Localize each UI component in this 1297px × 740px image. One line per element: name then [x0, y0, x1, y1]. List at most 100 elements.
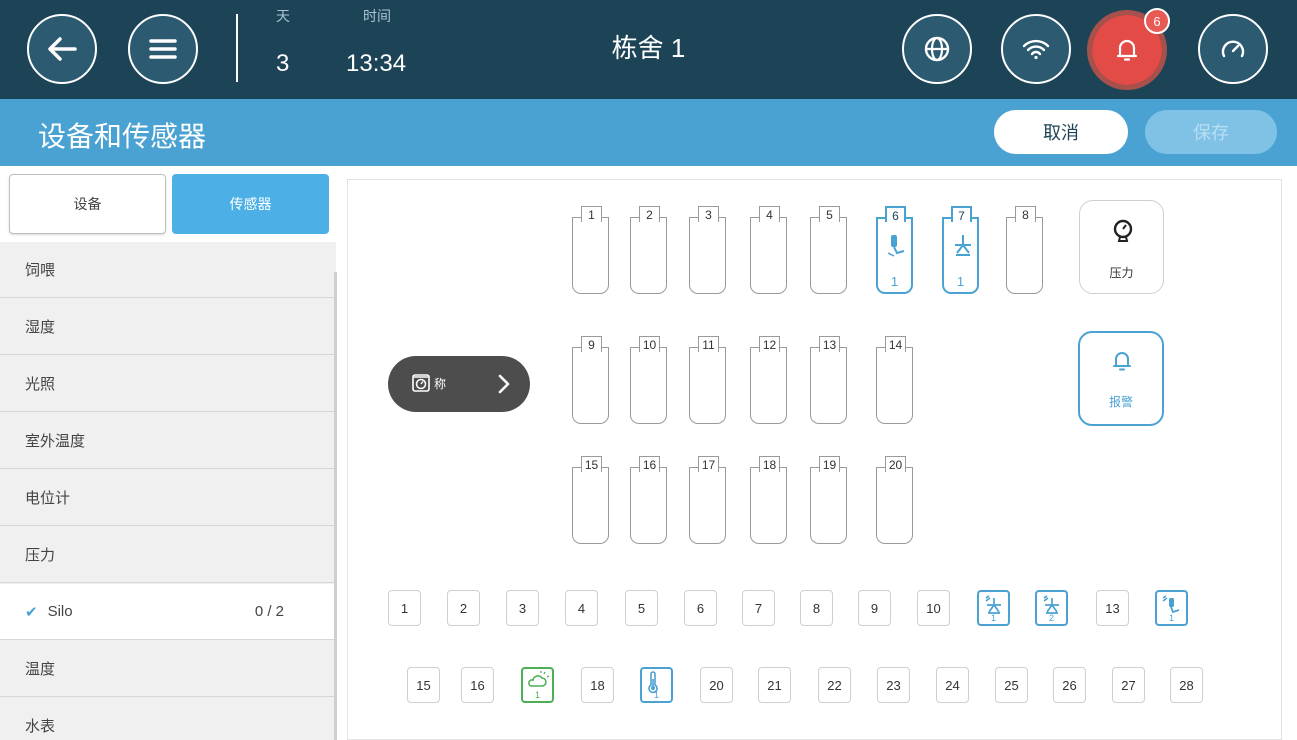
digital-input-box[interactable]: 8	[800, 590, 833, 626]
silo-slot[interactable]: 1	[572, 206, 609, 294]
silo-number: 20	[885, 456, 906, 472]
digital-input-number: 20	[709, 677, 724, 693]
tab-sensors[interactable]: 传感器	[172, 174, 329, 234]
digital-input-box[interactable]: 2	[1035, 590, 1068, 626]
digital-input-number: 8	[812, 600, 821, 616]
digital-input-index: 1	[653, 690, 659, 700]
dashboard-button[interactable]	[1198, 14, 1268, 84]
silo-number: 12	[759, 336, 780, 352]
sidebar-item-outside-temp[interactable]: 室外温度	[0, 413, 336, 469]
silo-slot[interactable]: 2	[630, 206, 667, 294]
digital-input-box[interactable]: 13	[1096, 590, 1129, 626]
back-button[interactable]	[27, 14, 97, 84]
digital-input-box[interactable]: 24	[936, 667, 969, 703]
digital-input-box[interactable]: 21	[758, 667, 791, 703]
digital-input-index: 1	[990, 613, 996, 623]
silo-slot[interactable]: 9	[572, 336, 609, 424]
silo-slot[interactable]: 61	[876, 206, 913, 294]
silo-number: 13	[819, 336, 840, 352]
digital-input-box[interactable]: 2	[447, 590, 480, 626]
silo-number: 15	[581, 456, 602, 472]
sidebar-item-water-meter[interactable]: 水表	[0, 698, 336, 740]
sidebar-item-potentiometer[interactable]: 电位计	[0, 470, 336, 526]
silo-number: 4	[759, 206, 780, 222]
silo-number: 3	[698, 206, 719, 222]
digital-input-box[interactable]: 20	[700, 667, 733, 703]
digital-input-box[interactable]: 26	[1053, 667, 1086, 703]
digital-input-box[interactable]: 22	[818, 667, 851, 703]
digital-input-number: 21	[767, 677, 782, 693]
silo-slot[interactable]: 71	[942, 206, 979, 294]
scale-button[interactable]: 称	[388, 356, 530, 412]
silo-slot[interactable]: 17	[689, 456, 726, 544]
cancel-button[interactable]: 取消	[994, 110, 1128, 154]
digital-input-box[interactable]: 10	[917, 590, 950, 626]
digital-input-box[interactable]: 7	[742, 590, 775, 626]
digital-input-box[interactable]: 1	[388, 590, 421, 626]
network-button[interactable]	[1001, 14, 1071, 84]
sprinkler-icon	[952, 233, 974, 268]
sidebar-item-light[interactable]: 光照	[0, 356, 336, 412]
silo-sensor-index: 1	[956, 274, 965, 289]
digital-input-box[interactable]: 25	[995, 667, 1028, 703]
tab-devices[interactable]: 设备	[9, 174, 166, 234]
day-label: 天	[276, 8, 290, 24]
digital-input-box[interactable]: 23	[877, 667, 910, 703]
alarm-card[interactable]: 报警	[1078, 331, 1164, 426]
digital-input-box[interactable]: 18	[581, 667, 614, 703]
save-button[interactable]: 保存	[1145, 110, 1277, 154]
silo-number: 7	[951, 206, 972, 223]
silo-slot[interactable]: 15	[572, 456, 609, 544]
digital-input-box[interactable]: 9	[858, 590, 891, 626]
silo-slot[interactable]: 11	[689, 336, 726, 424]
silo-slot[interactable]: 10	[630, 336, 667, 424]
divider	[236, 14, 238, 82]
silo-slot[interactable]: 13	[810, 336, 847, 424]
scale-label: 称	[434, 377, 447, 391]
sidebar: 设备 传感器 饲喂 湿度 光照 室外温度 电位计 压力 ✔ Silo 0 / 2…	[0, 166, 337, 740]
digital-input-number: 25	[1004, 677, 1019, 693]
digital-input-box[interactable]: 5	[625, 590, 658, 626]
silo-slot[interactable]: 14	[876, 336, 913, 424]
digital-input-box[interactable]: 4	[565, 590, 598, 626]
digital-input-box[interactable]: 1	[977, 590, 1010, 626]
silo-slot[interactable]: 3	[689, 206, 726, 294]
digital-input-box[interactable]: 28	[1170, 667, 1203, 703]
silo-slot[interactable]: 4	[750, 206, 787, 294]
bell-icon	[1116, 39, 1138, 61]
time-label: 时间	[363, 8, 391, 24]
digital-input-box[interactable]: 3	[506, 590, 539, 626]
menu-button[interactable]	[128, 14, 198, 84]
digital-input-box[interactable]: 1	[1155, 590, 1188, 626]
digital-input-box[interactable]: 6	[684, 590, 717, 626]
silo-slot[interactable]: 19	[810, 456, 847, 544]
silo-slot[interactable]: 20	[876, 456, 913, 544]
digital-input-number: 26	[1062, 677, 1077, 693]
sidebar-item-pressure[interactable]: 压力	[0, 527, 336, 583]
silo-number: 6	[885, 206, 906, 223]
digital-input-box[interactable]: 1	[521, 667, 554, 703]
sidebar-scrollbar[interactable]	[334, 272, 337, 740]
digital-input-box[interactable]: 16	[461, 667, 494, 703]
sidebar-item-silo[interactable]: ✔ Silo 0 / 2	[0, 584, 336, 640]
silo-slot[interactable]: 16	[630, 456, 667, 544]
alarm-label: 报警	[1108, 395, 1133, 409]
silo-slot[interactable]: 5	[810, 206, 847, 294]
digital-input-box[interactable]: 15	[407, 667, 440, 703]
digital-input-box[interactable]: 1	[640, 667, 673, 703]
sidebar-item-label: 光照	[25, 376, 56, 393]
sidebar-item-feeding[interactable]: 饲喂	[0, 242, 336, 298]
digital-input-index: 2	[1048, 613, 1054, 623]
feeder-icon	[886, 233, 906, 268]
language-button[interactable]	[902, 14, 972, 84]
digital-input-box[interactable]: 27	[1112, 667, 1145, 703]
silo-slot[interactable]: 18	[750, 456, 787, 544]
silo-slot[interactable]: 12	[750, 336, 787, 424]
sidebar-item-temperature[interactable]: 温度	[0, 641, 336, 697]
silo-slot[interactable]: 8	[1006, 206, 1043, 294]
time-value: 13:34	[346, 50, 407, 77]
sidebar-item-humidity[interactable]: 湿度	[0, 299, 336, 355]
pressure-card[interactable]: 压力	[1079, 200, 1164, 294]
page-title: 设备和传感器	[38, 121, 207, 152]
sidebar-item-label: 水表	[25, 718, 56, 735]
